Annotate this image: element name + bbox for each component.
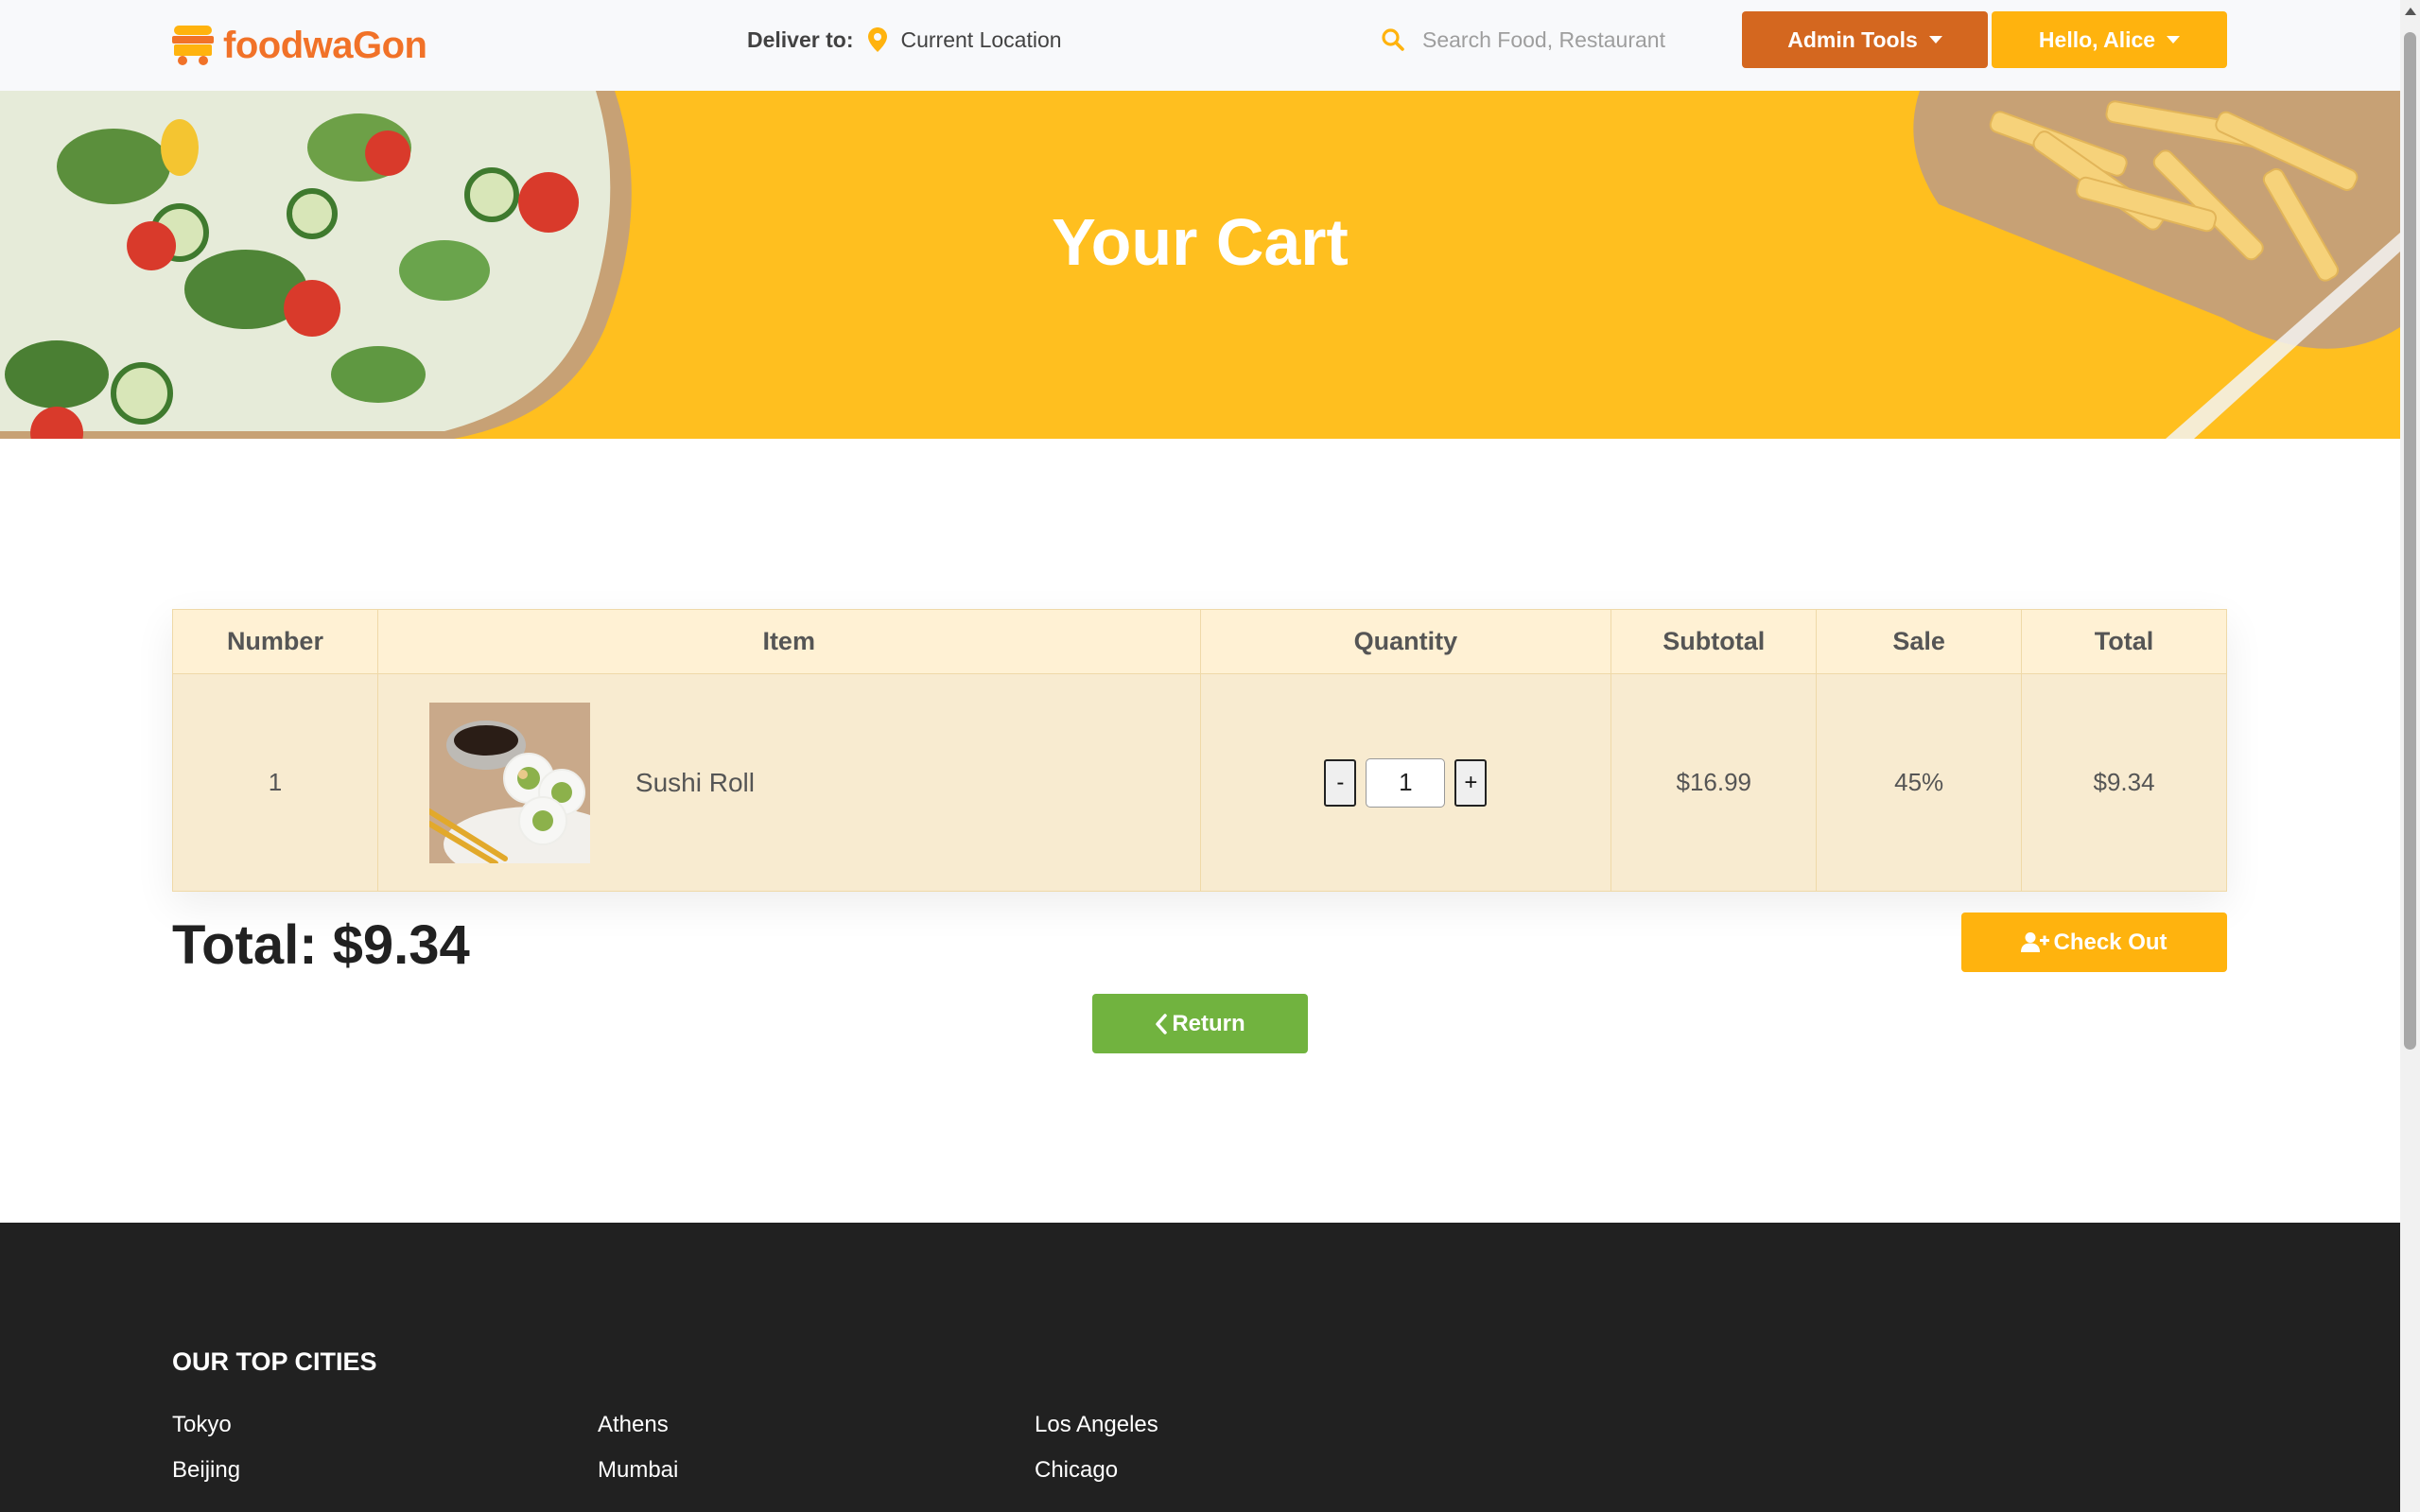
increase-quantity-button[interactable]: + [1454, 758, 1488, 807]
sushi-roll-image[interactable] [428, 702, 590, 863]
caret-down-icon [2167, 36, 2181, 43]
brand-name: foodwaGon [223, 24, 427, 66]
city-link[interactable]: Beijing [172, 1457, 240, 1484]
brand-logo[interactable]: foodwaGon [172, 23, 427, 68]
cart-table: Number Item Quantity Subtotal Sale Total… [172, 609, 2227, 892]
city-link[interactable]: Tokyo [172, 1412, 232, 1438]
user-menu-label: Hello, Alice [2038, 26, 2156, 52]
city-link[interactable]: Chicago [1035, 1457, 1118, 1484]
decrease-quantity-button[interactable]: - [1324, 758, 1357, 807]
admin-tools-button[interactable]: Admin Tools [1742, 11, 1988, 68]
search-bar [1362, 9, 1740, 70]
header-quantity: Quantity [1199, 609, 1612, 674]
caret-down-icon [1928, 36, 1942, 43]
quantity-stepper: - + [1324, 757, 1488, 808]
header-number: Number [172, 609, 378, 674]
footer: OUR TOP CITIES Tokyo Athens Los Angeles … [0, 1223, 2400, 1512]
deliver-to[interactable]: Deliver to: Current Location [747, 24, 1062, 56]
deliver-location: Current Location [900, 26, 1062, 52]
row-sale: 45% [1816, 673, 2023, 892]
admin-tools-label: Admin Tools [1787, 26, 1918, 52]
return-label: Return [1172, 1010, 1245, 1036]
grand-total: Total: $9.34 [172, 914, 470, 976]
return-button[interactable]: Return [1092, 994, 1308, 1053]
city-link[interactable]: Los Angeles [1035, 1412, 1158, 1438]
hero-banner: Your Cart [0, 91, 2400, 439]
row-quantity: - + [1199, 673, 1612, 892]
item-name: Sushi Roll [635, 767, 755, 797]
map-pin-icon [868, 27, 888, 52]
table-header-row: Number Item Quantity Subtotal Sale Total [172, 609, 2227, 674]
deliver-label: Deliver to: [747, 26, 854, 52]
search-icon [1382, 28, 1404, 51]
footer-heading: OUR TOP CITIES [172, 1347, 377, 1376]
header-item: Item [376, 609, 1201, 674]
header-total: Total [2021, 609, 2227, 674]
row-total: $9.34 [2021, 673, 2227, 892]
checkout-button[interactable]: Check Out [1961, 912, 2227, 972]
food-truck-icon [172, 26, 214, 65]
user-menu-button[interactable]: Hello, Alice [1992, 11, 2227, 68]
row-item: Sushi Roll [376, 673, 1201, 892]
city-link[interactable]: Athens [598, 1412, 669, 1438]
quantity-input[interactable] [1366, 757, 1446, 808]
city-link[interactable]: Mumbai [598, 1457, 678, 1484]
row-number: 1 [172, 673, 378, 892]
page-title: Your Cart [1052, 205, 1349, 279]
header-sale: Sale [1816, 609, 2023, 674]
header-subtotal: Subtotal [1610, 609, 1818, 674]
chevron-left-icon [1156, 1013, 1168, 1034]
vertical-scrollbar[interactable] [2400, 0, 2420, 1512]
scrollbar-thumb[interactable] [2404, 32, 2416, 1050]
search-input[interactable] [1422, 26, 1725, 53]
checkout-label: Check Out [2053, 929, 2168, 955]
table-row: 1 Sushi Roll - 1 + $16.99 45% $9.34 [172, 673, 2227, 892]
user-plus-icon [2021, 931, 2050, 952]
navbar: foodwaGon Deliver to: Current Location A… [0, 0, 2400, 91]
row-subtotal: $16.99 [1610, 673, 1818, 892]
scroll-up-arrow-icon[interactable] [2405, 8, 2416, 15]
